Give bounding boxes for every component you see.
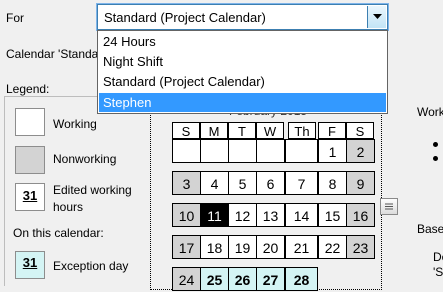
day-cell[interactable]: [285, 139, 318, 163]
bullet-icon: [433, 142, 438, 147]
day-cell[interactable]: 18: [200, 235, 229, 259]
day-cell[interactable]: 8: [318, 171, 347, 195]
day-cell[interactable]: 10: [172, 203, 201, 227]
working-swatch: [15, 108, 45, 136]
exception-day-swatch: 31: [15, 251, 45, 279]
calendar-reference-label: 'S: [433, 265, 443, 279]
day-cell[interactable]: 23: [346, 235, 375, 259]
day-cell[interactable]: 2: [346, 139, 375, 163]
edited-hours-swatch: 31: [15, 183, 45, 211]
for-label: For: [6, 11, 24, 25]
day-cell[interactable]: 21: [285, 235, 318, 259]
day-cell[interactable]: 1: [318, 139, 347, 163]
dropdown-option-24-hours[interactable]: 24 Hours: [99, 32, 386, 51]
weekday-header: S: [346, 122, 374, 139]
day-cell[interactable]: 12: [228, 203, 257, 227]
on-this-calendar-label: On this calendar:: [13, 226, 104, 240]
weekday-header: T: [228, 122, 256, 139]
working-label: Working: [53, 117, 97, 131]
exception-day-label: Exception day: [53, 259, 129, 273]
default-label: De: [433, 250, 443, 264]
day-cell[interactable]: 5: [228, 171, 257, 195]
dropdown-option-night-shift[interactable]: Night Shift: [99, 52, 386, 71]
day-cell[interactable]: [172, 139, 201, 163]
day-cell[interactable]: 16: [346, 203, 375, 227]
day-cell[interactable]: 6: [256, 171, 285, 195]
day-cell-selected[interactable]: 11: [200, 203, 229, 227]
day-cell[interactable]: 9: [346, 171, 375, 195]
calendar-select-value: Standard (Project Calendar): [104, 10, 266, 25]
day-cell[interactable]: 7: [285, 171, 318, 195]
day-cell[interactable]: 20: [256, 235, 285, 259]
edited-hours-label-1: Edited working: [53, 183, 132, 197]
day-cell-exception[interactable]: 27: [256, 267, 285, 291]
legend-panel: Working Nonworking 31 Edited working hou…: [4, 96, 144, 286]
day-cell[interactable]: 14: [285, 203, 318, 227]
weekday-header: Th: [288, 122, 316, 139]
dropdown-option-stephen[interactable]: Stephen: [99, 93, 386, 112]
nonworking-label: Nonworking: [53, 152, 117, 166]
calendar-select[interactable]: Standard (Project Calendar): [96, 3, 389, 31]
bullet-icon: [433, 156, 438, 161]
day-cell[interactable]: 22: [318, 235, 347, 259]
day-cell[interactable]: 17: [172, 235, 201, 259]
weekday-header: W: [256, 122, 284, 139]
legend-title: Legend:: [6, 82, 50, 96]
day-cell[interactable]: 13: [256, 203, 285, 227]
day-cell[interactable]: [228, 139, 257, 163]
dropdown-option-standard[interactable]: Standard (Project Calendar): [99, 72, 386, 91]
weekday-header: M: [200, 122, 228, 139]
chevron-down-icon: [372, 14, 382, 19]
grip-icon: [385, 203, 393, 210]
day-cell[interactable]: 15: [318, 203, 347, 227]
day-cell-exception[interactable]: 25: [200, 267, 229, 291]
edited-hours-label-2: hours: [53, 200, 84, 214]
day-cell[interactable]: 19: [228, 235, 257, 259]
based-on-label: Base: [417, 222, 443, 236]
nonworking-swatch: [15, 146, 45, 174]
weekday-header: S: [172, 122, 200, 139]
day-cell[interactable]: [256, 139, 285, 163]
calendar-name-label: Calendar 'Standa: [6, 47, 99, 61]
day-cell[interactable]: 4: [200, 171, 229, 195]
working-times-label: Work: [417, 105, 443, 119]
day-cell[interactable]: 24: [172, 267, 201, 291]
dropdown-arrow-button[interactable]: [367, 6, 386, 28]
day-cell[interactable]: [200, 139, 229, 163]
calendar-dropdown-list: 24 Hours Night Shift Standard (Project C…: [97, 30, 388, 114]
day-cell[interactable]: 3: [172, 171, 201, 195]
day-cell-exception[interactable]: 26: [228, 267, 257, 291]
weekday-header: F: [318, 122, 346, 139]
scrollbar-thumb[interactable]: [380, 198, 398, 215]
day-cell-exception[interactable]: 28: [285, 267, 318, 291]
